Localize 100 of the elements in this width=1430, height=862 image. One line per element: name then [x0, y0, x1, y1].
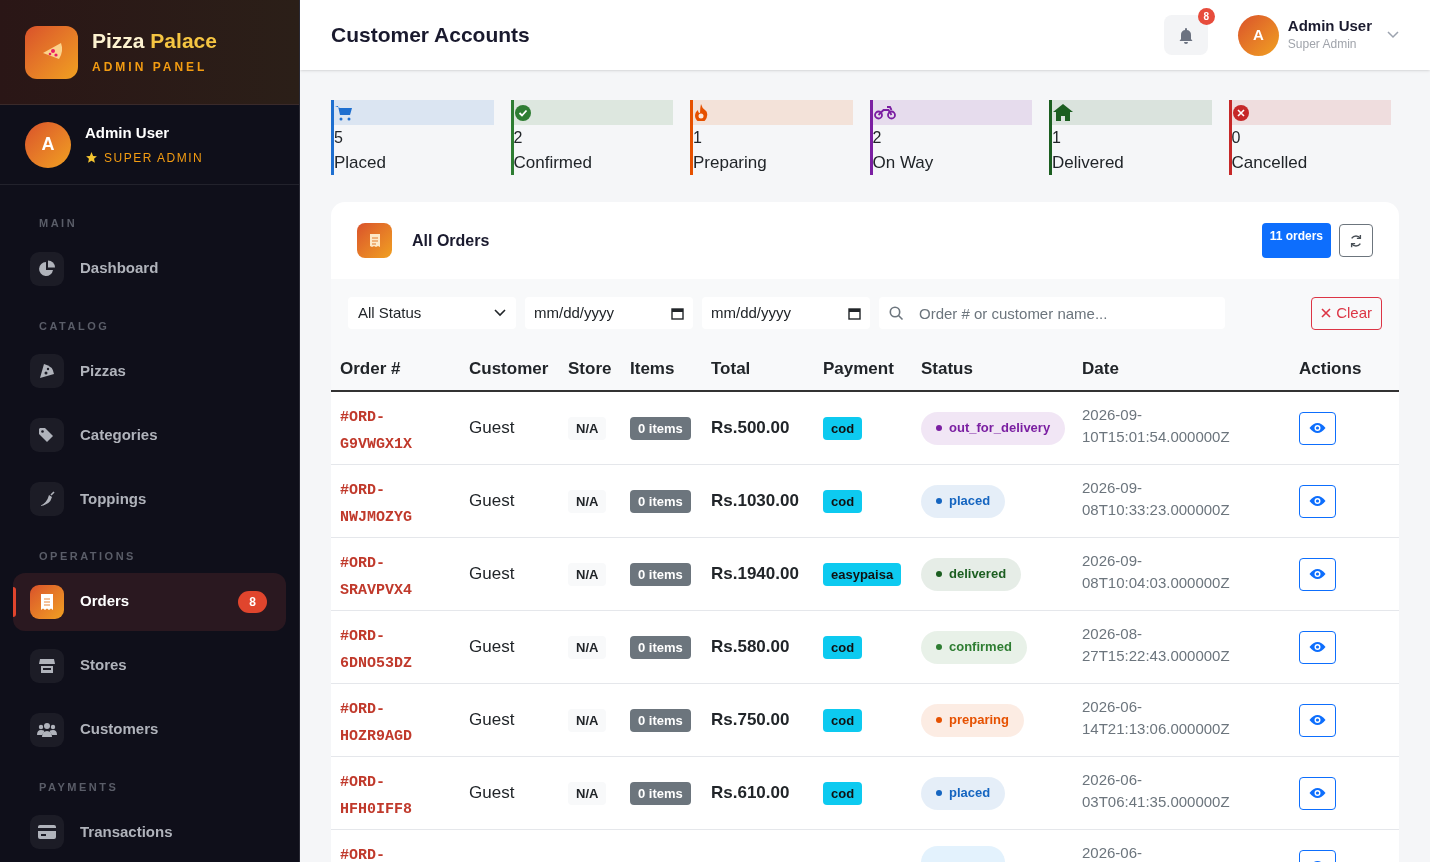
- cancel-icon: [1232, 104, 1249, 121]
- sidebar-item[interactable]: Dashboard: [13, 239, 286, 298]
- stat-label: Preparing: [693, 152, 768, 174]
- check-circle-icon: [514, 104, 531, 121]
- view-button[interactable]: [1299, 776, 1336, 810]
- store-icon: [30, 648, 64, 683]
- order-number[interactable]: #ORD- HOZR9AGD: [331, 684, 460, 750]
- status-pill: confirmed: [921, 630, 1027, 664]
- sidebar-item[interactable]: Categories: [13, 406, 286, 464]
- stat-count: 2: [513, 128, 524, 148]
- date-field[interactable]: mm/dd/yyyy: [525, 297, 693, 329]
- eye-icon: [1309, 568, 1326, 580]
- stat-label: Placed: [334, 152, 387, 174]
- motorcycle-icon: [873, 105, 896, 120]
- receipt-icon: [357, 223, 392, 258]
- column-header: Order #: [339, 357, 402, 380]
- order-number[interactable]: #ORD- 6DNO53DZ: [331, 611, 460, 677]
- section-heading: PAYMENTS: [38, 779, 120, 795]
- order-date: 2026-09- 08T10:04:03.000000Z: [1081, 551, 1231, 593]
- eye-icon: [1309, 787, 1326, 799]
- order-date: 2026-09- 08T10:33:23.000000Z: [1081, 478, 1231, 520]
- refresh-icon: [1349, 233, 1363, 248]
- status-pill: preparing: [921, 703, 1024, 737]
- sidebar-item[interactable]: Toppings: [13, 470, 286, 528]
- stat-count: 0: [1231, 128, 1242, 148]
- stat-count: 2: [872, 128, 883, 148]
- order-number[interactable]: #ORD-: [331, 830, 460, 862]
- user-menu[interactable]: A Admin User Super Admin: [1237, 14, 1399, 56]
- column-header: Items: [629, 357, 676, 380]
- view-button[interactable]: [1299, 703, 1336, 737]
- calendar-icon: [671, 306, 684, 320]
- sidebar-item[interactable]: Stores: [13, 636, 286, 695]
- pie-chart-icon: [30, 251, 64, 286]
- status-pill: placed: [921, 776, 1006, 810]
- order-date: 2026-06- 14T21:13:06.000000Z: [1081, 697, 1231, 739]
- credit-card-icon: [30, 815, 64, 849]
- payment-badge: cod: [823, 635, 863, 660]
- items-count-badge: 0 items: [630, 562, 691, 587]
- close-icon: [1321, 308, 1332, 318]
- eye-icon: [1309, 641, 1326, 653]
- eye-icon: [1309, 495, 1326, 507]
- customer-name: Guest: [469, 710, 515, 730]
- sidebar-item[interactable]: Pizzas: [13, 342, 286, 400]
- order-total: Rs.610.00: [711, 783, 790, 803]
- orders-count-badge: 11 orders: [1261, 223, 1331, 258]
- store-tag: N/A: [568, 708, 607, 733]
- users-icon: [30, 712, 64, 747]
- chevron-down-icon: [494, 309, 506, 317]
- stat-label: Delivered: [1052, 152, 1125, 174]
- sidebar-item[interactable]: Orders 8: [13, 572, 286, 631]
- customer-name: Guest: [469, 637, 515, 657]
- sidebar-item[interactable]: Transactions: [13, 803, 286, 861]
- view-button[interactable]: [1299, 484, 1336, 518]
- tags-icon: [30, 418, 64, 452]
- section-heading: CATALOG: [38, 318, 111, 334]
- view-button[interactable]: [1299, 630, 1336, 664]
- stat-label: Confirmed: [513, 152, 593, 174]
- store-tag: N/A: [568, 489, 607, 514]
- order-total: Rs.1940.00: [711, 564, 799, 584]
- order-number[interactable]: #ORD- G9VWGX1X: [331, 392, 460, 458]
- order-total: Rs.500.00: [711, 418, 790, 438]
- customer-name: Guest: [469, 491, 515, 511]
- sidebar-item[interactable]: Customers: [13, 700, 286, 759]
- order-number[interactable]: #ORD- HFH0IFF8: [331, 757, 460, 823]
- view-button[interactable]: [1299, 411, 1336, 445]
- refresh-button[interactable]: [1339, 224, 1373, 257]
- items-count-badge: 0 items: [630, 489, 691, 514]
- receipt-icon: [30, 584, 64, 619]
- order-date: 2026-06- 03T06:41:35.000000Z: [1081, 770, 1231, 812]
- pepper-icon: [30, 482, 64, 516]
- payment-badge: cod: [823, 489, 863, 514]
- search-field[interactable]: Order # or customer name...: [879, 297, 1225, 329]
- stat-count: 5: [334, 128, 344, 148]
- user-avatar: A: [1237, 14, 1279, 56]
- stat-count: 1: [1052, 128, 1062, 148]
- date-field[interactable]: mm/dd/yyyy: [702, 297, 870, 329]
- status-pill: delivered: [921, 557, 1022, 591]
- store-tag: N/A: [568, 781, 607, 806]
- user-name: Admin User: [1287, 16, 1372, 36]
- payment-badge: cod: [823, 416, 863, 441]
- user-avatar: A: [25, 121, 71, 168]
- eye-icon: [1309, 714, 1326, 726]
- brand-name: Pizza Palace: [92, 27, 217, 54]
- clear-button[interactable]: Clear: [1311, 296, 1382, 330]
- order-date: 2026-06-: [1081, 843, 1144, 862]
- order-number[interactable]: #ORD- NWJMOZYG: [331, 465, 460, 531]
- stat-count: 1: [693, 128, 703, 148]
- section-heading: MAIN: [38, 216, 79, 231]
- pizza-slice-icon: [30, 354, 64, 388]
- view-button[interactable]: [1299, 557, 1336, 591]
- column-header: Payment: [822, 357, 895, 380]
- calendar-icon: [848, 306, 861, 320]
- payment-badge: cod: [823, 708, 863, 733]
- star-icon: [85, 151, 98, 165]
- stat-label: On Way: [872, 152, 935, 174]
- house-icon: [1053, 104, 1073, 121]
- status-select[interactable]: All Status: [348, 297, 516, 329]
- brand-subtitle: ADMIN PANEL: [92, 59, 209, 77]
- status-pill: out_for_delivery: [921, 411, 1066, 445]
- order-number[interactable]: #ORD- SRAVPVX4: [331, 538, 460, 604]
